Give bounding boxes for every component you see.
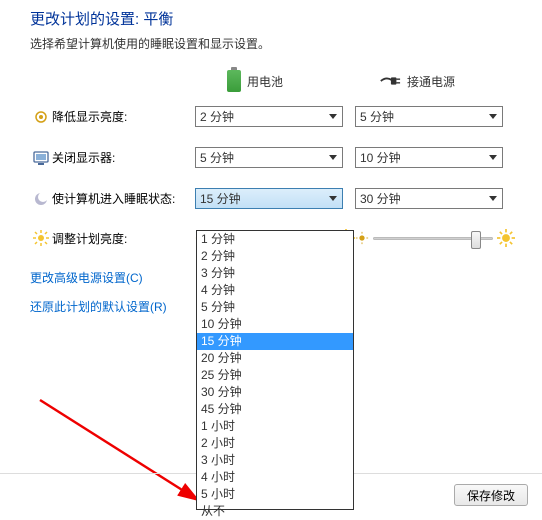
chevron-down-icon xyxy=(485,191,500,206)
row-sleep: 使计算机进入睡眠状态: 15 分钟 30 分钟 xyxy=(30,188,524,209)
ac-header-label: 接通电源 xyxy=(407,73,455,90)
dropdown-option[interactable]: 25 分钟 xyxy=(197,367,353,384)
dropdown-option[interactable]: 10 分钟 xyxy=(197,316,353,333)
dropdown-option[interactable]: 从不 xyxy=(197,503,353,520)
select-value: 5 分钟 xyxy=(360,108,394,125)
dropdown-option[interactable]: 4 小时 xyxy=(197,469,353,486)
dropdown-option[interactable]: 20 分钟 xyxy=(197,350,353,367)
page-subtitle: 选择希望计算机使用的睡眠设置和显示设置。 xyxy=(30,35,524,52)
chevron-down-icon xyxy=(325,150,340,165)
row-dim-display: 降低显示亮度: 2 分钟 5 分钟 xyxy=(30,106,524,127)
sleep-ac-select[interactable]: 30 分钟 xyxy=(355,188,503,209)
display-label: 关闭显示器: xyxy=(52,149,195,166)
sleep-battery-select[interactable]: 15 分钟 xyxy=(195,188,343,209)
select-value: 30 分钟 xyxy=(360,190,401,207)
sun-icon xyxy=(33,230,49,246)
save-button[interactable]: 保存修改 xyxy=(454,484,528,506)
column-headers: 用电池 接通电源 xyxy=(30,70,524,92)
sleep-battery-dropdown[interactable]: 1 分钟2 分钟3 分钟4 分钟5 分钟10 分钟15 分钟20 分钟25 分钟… xyxy=(196,230,354,510)
moon-icon xyxy=(33,191,49,207)
select-value: 2 分钟 xyxy=(200,108,234,125)
dropdown-option[interactable]: 1 小时 xyxy=(197,418,353,435)
chevron-down-icon xyxy=(325,109,340,124)
chevron-down-icon xyxy=(325,191,340,206)
brightness-label: 调整计划亮度: xyxy=(52,230,195,247)
dim-ac-select[interactable]: 5 分钟 xyxy=(355,106,503,127)
dropdown-option[interactable]: 5 小时 xyxy=(197,486,353,503)
dropdown-option[interactable]: 3 小时 xyxy=(197,452,353,469)
battery-header-label: 用电池 xyxy=(247,73,283,90)
plug-icon xyxy=(379,74,401,88)
dropdown-option[interactable]: 1 分钟 xyxy=(197,231,353,248)
dim-icon xyxy=(33,109,49,125)
chevron-down-icon xyxy=(485,109,500,124)
dropdown-option[interactable]: 4 分钟 xyxy=(197,282,353,299)
dropdown-option[interactable]: 45 分钟 xyxy=(197,401,353,418)
sun-large-icon xyxy=(497,229,515,247)
battery-icon xyxy=(227,70,241,92)
dropdown-option[interactable]: 15 分钟 xyxy=(197,333,353,350)
select-value: 15 分钟 xyxy=(200,190,241,207)
select-value: 10 分钟 xyxy=(360,149,401,166)
select-value: 5 分钟 xyxy=(200,149,234,166)
monitor-icon xyxy=(33,150,49,166)
display-battery-select[interactable]: 5 分钟 xyxy=(195,147,343,168)
page-title: 更改计划的设置: 平衡 xyxy=(30,8,524,29)
dim-battery-select[interactable]: 2 分钟 xyxy=(195,106,343,127)
chevron-down-icon xyxy=(485,150,500,165)
dropdown-option[interactable]: 2 小时 xyxy=(197,435,353,452)
row-turn-off-display: 关闭显示器: 5 分钟 10 分钟 xyxy=(30,147,524,168)
display-ac-select[interactable]: 10 分钟 xyxy=(355,147,503,168)
dropdown-option[interactable]: 3 分钟 xyxy=(197,265,353,282)
sleep-label: 使计算机进入睡眠状态: xyxy=(52,190,195,207)
brightness-ac-slider[interactable] xyxy=(373,237,493,240)
dropdown-option[interactable]: 2 分钟 xyxy=(197,248,353,265)
sun-small-icon xyxy=(355,231,369,245)
dropdown-option[interactable]: 5 分钟 xyxy=(197,299,353,316)
dim-label: 降低显示亮度: xyxy=(52,108,195,125)
dropdown-option[interactable]: 30 分钟 xyxy=(197,384,353,401)
